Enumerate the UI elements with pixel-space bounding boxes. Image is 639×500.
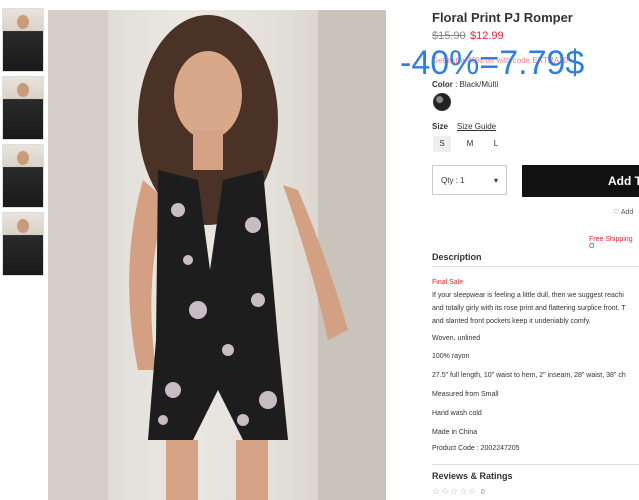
thumbnail-1[interactable]: [2, 8, 44, 72]
description-line: and slanted front pockets keep it undeni…: [432, 318, 591, 325]
size-option-m[interactable]: M: [461, 136, 479, 152]
description-line: Measured from Small: [432, 391, 499, 398]
size-option-l[interactable]: L: [487, 136, 505, 152]
description-divider: [432, 266, 639, 267]
add-to-wishlist-link[interactable]: ♡ Add: [613, 208, 633, 216]
description-line: Hand wash cold: [432, 410, 482, 417]
description-line: 27.5" full length, 10" waist to hem, 2" …: [432, 372, 626, 379]
rating-stars: ☆☆☆☆☆ 0: [432, 486, 486, 497]
quantity-select[interactable]: Qty : 1 ▾: [432, 165, 507, 195]
color-swatch-black-multi[interactable]: [433, 93, 451, 111]
discount-overlay-text: -40%=7.79$: [400, 44, 585, 82]
product-photo-illustration: [48, 10, 386, 500]
star-icons: ☆☆☆☆☆: [432, 486, 478, 496]
thumbnail-2[interactable]: [2, 76, 44, 140]
sale-price: $12.99: [470, 30, 504, 42]
product-code: Product Code : 2002247205: [432, 445, 520, 452]
size-guide-link[interactable]: Size Guide: [457, 122, 496, 131]
review-count: 0: [480, 489, 486, 496]
final-sale-label: Final Sale: [432, 279, 464, 286]
description-line: Woven, unlined: [432, 335, 481, 342]
size-option-s[interactable]: S: [433, 136, 451, 152]
size-label: Size: [432, 122, 449, 131]
reviews-heading[interactable]: Reviews & Ratings: [432, 471, 513, 481]
description-line: and totally girly with its rose print an…: [432, 305, 626, 312]
description-line: 100% rayon: [432, 353, 470, 360]
product-main-image[interactable]: [48, 10, 386, 500]
description-line: If your sleepwear is feeling a little du…: [432, 292, 624, 299]
thumbnail-strip: [2, 8, 44, 280]
thumbnail-4[interactable]: [2, 212, 44, 276]
quantity-value: Qty : 1: [441, 175, 465, 185]
add-to-bag-button[interactable]: Add T: [522, 165, 639, 197]
color-value: : Black/Multi: [452, 80, 499, 89]
description-line: Made in China: [432, 429, 478, 436]
color-label-title: Color: [432, 80, 453, 89]
free-shipping-text: Free Shipping O: [589, 236, 633, 250]
color-label: Color : Black/Multi: [432, 80, 498, 89]
chevron-down-icon: ▾: [493, 175, 498, 185]
reviews-divider: [432, 464, 639, 465]
product-title: Floral Print PJ Romper: [432, 10, 573, 25]
thumbnail-3[interactable]: [2, 144, 44, 208]
original-price: $15.90: [432, 30, 466, 42]
description-heading[interactable]: Description: [432, 252, 482, 262]
